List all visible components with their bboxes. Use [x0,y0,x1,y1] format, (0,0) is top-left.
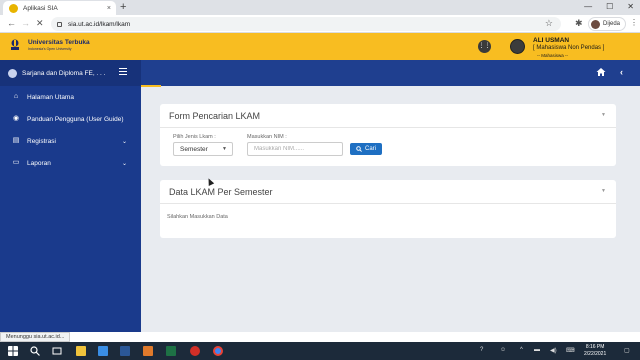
back-chevron-icon[interactable]: ‹ [620,67,623,77]
tab-close-icon[interactable]: × [107,5,111,12]
search-form-card: Form Pencarian LKAM ▼ Pilih Jenis Lkam :… [160,104,616,166]
excel-icon[interactable] [166,346,176,356]
profile-button[interactable]: Dijeda [588,17,627,31]
chevron-down-icon: ⌄ [122,161,128,167]
search-button[interactable]: Cari [350,143,383,155]
site-favicon-icon [9,3,18,13]
registration-icon: ▤ [12,137,20,144]
guide-icon: ◉ [12,115,20,122]
home-icon[interactable] [596,67,606,77]
profile-avatar [591,19,600,29]
browser-toolbar: ← → ✕ sia.ut.ac.id/lkam/lkam ☆ ✱ Dijeda … [0,15,640,33]
taskbar-clock[interactable]: 8:16 PM 2/22/2021 [584,344,606,358]
grid-icon[interactable]: ⋮⋮ [478,40,491,53]
toolbar-accent [141,85,161,87]
jenis-lkam-select[interactable]: Semester ▼ [173,142,233,156]
search-button-label: Cari [365,146,377,152]
collapse-chevron-icon[interactable]: ▼ [601,188,606,194]
taskview-icon[interactable] [52,346,62,356]
url-text: sia.ut.ac.id/lkam/lkam [68,20,131,28]
jenis-lkam-label: Pilih Jenis Lkam : [173,134,216,140]
user-role: [ Mahasiswa Non Pendas ] [533,45,605,51]
empty-message: Silahkan Masukkan Data [167,214,228,220]
sidebar-item-panduan[interactable]: ◉ Panduan Pengguna (User Guide) [0,108,141,130]
stop-loading-icon[interactable]: ✕ [36,18,44,29]
taskbar: ? ☺ ^ ▬ ◀) ⌨ 8:16 PM 2/22/2021 ▢ [0,342,640,360]
people-icon[interactable]: ☺ [500,347,506,353]
sidebar-item-label: Panduan Pengguna (User Guide) [27,115,124,123]
volume-icon[interactable]: ◀) [550,347,557,354]
word-icon[interactable] [120,346,130,356]
site-logo[interactable]: Universitas Terbuka Indonesia's Open Uni… [8,38,90,52]
network-icon[interactable]: ▬ [534,347,540,353]
nim-input[interactable] [247,142,343,156]
sidebar-item-halaman-utama[interactable]: ⌂ Halaman Utama [0,86,141,108]
logo-name: Universitas Terbuka [28,39,90,46]
card-header: Form Pencarian LKAM ▼ [160,104,616,128]
sidebar-item-label: Laporan [27,159,51,167]
browser-menu-icon[interactable]: ⋮ [630,18,638,27]
clock-date: 2/22/2021 [584,351,607,357]
profile-name: Dijeda [603,21,621,27]
chevron-down-icon: ▼ [222,146,227,152]
sidebar-item-laporan[interactable]: ▭ Laporan ⌄ [0,152,141,174]
ut-logo-icon [11,39,19,50]
avatar[interactable] [510,39,525,54]
select-value: Semester [180,145,208,153]
minimize-button[interactable]: — [584,2,592,11]
maximize-button[interactable]: ☐ [606,2,613,11]
record-icon[interactable] [190,346,200,356]
search-form: Pilih Jenis Lkam : Semester ▼ Masukkan N… [160,128,616,166]
user-name[interactable]: ALI USMAN [533,37,569,44]
lock-icon [57,21,62,27]
language-icon[interactable]: ⌨ [566,347,575,354]
collapse-chevron-icon[interactable]: ▼ [601,112,606,118]
search-icon [356,146,362,152]
close-window-button[interactable]: ✕ [627,2,634,11]
sidebar: Sarjana dan Diploma FE, . . . ⌂ Halaman … [0,60,141,332]
card-title: Form Pencarian LKAM [169,110,261,121]
help-icon[interactable]: ? [480,347,483,353]
home-icon: ⌂ [13,93,19,100]
browser-tabstrip: Aplikasi SIA × + — ☐ ✕ [0,0,640,15]
main-content: ‹ Form Pencarian LKAM ▼ Pilih Jenis Lkam… [141,60,640,332]
forward-arrow-icon[interactable]: → [21,18,30,28]
notification-icon[interactable]: ▢ [624,347,630,354]
search-icon[interactable] [30,346,40,356]
site-header: Universitas Terbuka Indonesia's Open Uni… [0,33,640,60]
new-tab-button[interactable]: + [120,1,126,14]
loading-status: Menunggu sia.ut.ac.id... [0,332,71,342]
sidebar-item-registrasi[interactable]: ▤ Registrasi ⌄ [0,130,141,152]
store-icon[interactable] [98,346,108,356]
sidebar-item-label: Registrasi [27,137,56,145]
back-arrow-icon[interactable]: ← [7,18,16,28]
card-title: Data LKAM Per Semester [169,186,273,197]
chevron-down-icon: ⌄ [122,139,128,145]
sidebar-program[interactable]: Sarjana dan Diploma FE, . . . [0,60,141,86]
content-toolbar: ‹ [141,60,640,87]
windows-icon[interactable] [8,346,18,356]
sidebar-item-label: Halaman Utama [27,93,74,101]
tray-chevron-icon[interactable]: ^ [520,347,523,353]
logo-tagline: Indonesia's Open University [28,47,72,51]
browser-tab[interactable]: Aplikasi SIA × [3,1,116,15]
paint-icon[interactable] [143,346,153,356]
user-subrole: -- Mahasiswa -- [537,53,569,58]
hamburger-menu-icon[interactable] [119,68,127,77]
print-icon: ▭ [12,159,20,166]
address-bar[interactable]: sia.ut.ac.id/lkam/lkam ☆ [51,17,561,31]
card-header: Data LKAM Per Semester ▼ [160,180,616,204]
lkam-data-card: Data LKAM Per Semester ▼ Silahkan Masukk… [160,180,616,238]
explorer-icon[interactable] [76,346,86,356]
nim-label: Masukkan NIM : [247,134,287,140]
chrome-icon[interactable] [213,346,223,356]
program-avatar-icon [8,68,17,78]
clock-time: 8:16 PM [585,344,605,350]
bookmark-star-icon[interactable]: ☆ [545,18,553,29]
extensions-icon[interactable]: ✱ [575,18,583,29]
tab-title: Aplikasi SIA [23,4,58,12]
window-controls: — ☐ ✕ [584,2,634,11]
program-label: Sarjana dan Diploma FE, . . . [22,69,106,77]
